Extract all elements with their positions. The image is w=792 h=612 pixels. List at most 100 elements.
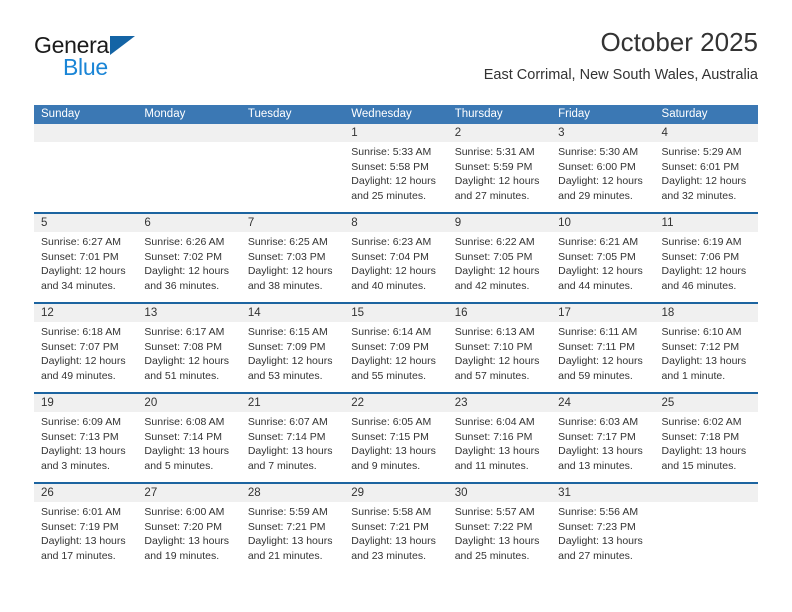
day-detail-line: and 25 minutes. <box>351 189 426 202</box>
day-number[interactable]: 18 <box>655 304 758 322</box>
day-number[interactable]: 3 <box>551 124 654 142</box>
day-cell[interactable]: Sunrise: 5:29 AM Sunset: 6:01 PM Daylight:… <box>655 142 758 212</box>
day-cell[interactable]: Sunrise: 6:17 AM Sunset: 7:08 PM Daylight:… <box>137 322 240 392</box>
logo-text-blue: Blue <box>63 54 108 80</box>
day-detail-line: Sunrise: 6:07 AM <box>247 416 328 428</box>
day-number[interactable]: 20 <box>137 394 240 412</box>
day-cell[interactable]: Sunrise: 6:18 AM Sunset: 7:07 PM Daylight:… <box>34 322 137 392</box>
day-cell[interactable]: Sunrise: 6:25 AM Sunset: 7:03 PM Daylight:… <box>241 232 344 302</box>
day-cell[interactable]: Sunrise: 5:57 AM Sunset: 7:22 PM Daylight:… <box>448 502 551 572</box>
day-detail-line: and 38 minutes. <box>247 279 323 292</box>
day-number[interactable]: 4 <box>655 124 758 142</box>
day-number[interactable]: 19 <box>34 394 137 412</box>
day-number[interactable]: 23 <box>448 394 551 412</box>
day-cell[interactable]: Sunrise: 5:59 AM Sunset: 7:21 PM Daylight:… <box>241 502 344 572</box>
day-detail-line: Daylight: 12 hours <box>661 175 747 187</box>
day-number[interactable]: 14 <box>241 304 344 322</box>
day-number[interactable]: 26 <box>34 484 137 502</box>
calendar-week-row: 26 27 28 29 30 31 Sunrise: 6:01 AM Sunset: 7:19… <box>34 482 758 572</box>
day-number[interactable]: 28 <box>241 484 344 502</box>
day-detail-line: and 13 minutes. <box>558 459 633 472</box>
day-cell[interactable]: Sunrise: 6:19 AM Sunset: 7:06 PM Daylight:… <box>655 232 758 302</box>
day-cell[interactable]: Sunrise: 6:23 AM Sunset: 7:04 PM Daylight:… <box>344 232 447 302</box>
day-number[interactable]: 21 <box>241 394 344 412</box>
day-number[interactable]: 2 <box>448 124 551 142</box>
week-day-detail-strip: Sunrise: 6:27 AM Sunset: 7:01 PM Daylight:… <box>34 232 758 302</box>
day-detail-line: Sunrise: 6:17 AM <box>144 326 225 338</box>
day-cell[interactable]: Sunrise: 6:02 AM Sunset: 7:18 PM Daylight:… <box>655 412 758 482</box>
day-cell[interactable]: Sunrise: 6:22 AM Sunset: 7:05 PM Daylight:… <box>448 232 551 302</box>
day-detail-line: Sunset: 7:14 PM <box>247 430 326 443</box>
day-number[interactable]: 8 <box>344 214 447 232</box>
day-detail-line: Sunset: 7:21 PM <box>351 520 429 533</box>
day-number[interactable]: 9 <box>448 214 551 232</box>
day-cell[interactable]: Sunrise: 6:15 AM Sunset: 7:09 PM Daylight:… <box>241 322 344 392</box>
day-number[interactable]: 27 <box>137 484 240 502</box>
day-number[interactable]: 12 <box>34 304 137 322</box>
day-cell[interactable]: Sunrise: 6:07 AM Sunset: 7:14 PM Daylight:… <box>241 412 344 482</box>
day-cell[interactable]: Sunrise: 6:01 AM Sunset: 7:19 PM Daylight:… <box>34 502 137 572</box>
day-detail-line: Sunset: 7:09 PM <box>351 340 429 353</box>
day-cell[interactable]: Sunrise: 6:27 AM Sunset: 7:01 PM Daylight:… <box>34 232 137 302</box>
general-blue-logo: General Blue <box>34 34 244 90</box>
day-detail-line: Sunset: 7:09 PM <box>247 340 326 353</box>
day-detail-line: Daylight: 12 hours <box>41 355 126 367</box>
day-detail-line: and 57 minutes. <box>454 369 530 382</box>
day-detail-line: Sunrise: 6:21 AM <box>558 236 639 248</box>
day-number[interactable]: 22 <box>344 394 447 412</box>
day-number[interactable]: 10 <box>551 214 654 232</box>
day-detail-line: Sunrise: 5:58 AM <box>351 506 432 518</box>
day-detail-line: Sunset: 7:21 PM <box>247 520 326 533</box>
day-detail-line: Daylight: 12 hours <box>247 355 333 367</box>
week-day-detail-strip: Sunrise: 6:01 AM Sunset: 7:19 PM Daylight:… <box>34 502 758 572</box>
day-cell[interactable]: Sunrise: 6:21 AM Sunset: 7:05 PM Daylight:… <box>551 232 654 302</box>
day-number[interactable]: 15 <box>344 304 447 322</box>
day-number[interactable]: 31 <box>551 484 654 502</box>
day-number[interactable]: 6 <box>137 214 240 232</box>
day-detail-line: Sunset: 7:13 PM <box>41 430 119 443</box>
day-detail-line: Sunset: 7:22 PM <box>454 520 533 533</box>
day-cell[interactable]: Sunrise: 6:26 AM Sunset: 7:02 PM Daylight:… <box>137 232 240 302</box>
day-cell[interactable]: Sunrise: 6:05 AM Sunset: 7:15 PM Daylight:… <box>344 412 447 482</box>
day-detail-line: Sunset: 5:58 PM <box>351 160 429 173</box>
day-detail-line: and 27 minutes. <box>454 189 530 202</box>
day-cell[interactable]: Sunrise: 6:10 AM Sunset: 7:12 PM Daylight:… <box>655 322 758 392</box>
day-cell[interactable]: Sunrise: 5:31 AM Sunset: 5:59 PM Daylight:… <box>448 142 551 212</box>
day-cell[interactable]: Sunrise: 6:11 AM Sunset: 7:11 PM Daylight:… <box>551 322 654 392</box>
day-detail-line: Sunset: 7:02 PM <box>144 250 223 263</box>
day-cell[interactable]: Sunrise: 6:13 AM Sunset: 7:10 PM Daylight:… <box>448 322 551 392</box>
day-cell[interactable]: Sunrise: 5:58 AM Sunset: 7:21 PM Daylight:… <box>344 502 447 572</box>
day-detail-line: Sunset: 6:01 PM <box>661 160 740 173</box>
day-cell[interactable]: Sunrise: 6:04 AM Sunset: 7:16 PM Daylight:… <box>448 412 551 482</box>
week-day-number-strip: 26 27 28 29 30 31 <box>34 484 758 502</box>
day-number[interactable]: 7 <box>241 214 344 232</box>
day-number[interactable]: 1 <box>344 124 447 142</box>
weekday-header-tuesday: Tuesday <box>247 108 292 120</box>
day-number[interactable]: 13 <box>137 304 240 322</box>
day-cell[interactable]: Sunrise: 5:30 AM Sunset: 6:00 PM Daylight:… <box>551 142 654 212</box>
day-number[interactable]: 11 <box>655 214 758 232</box>
day-detail-line: Sunrise: 6:13 AM <box>454 326 535 338</box>
day-number[interactable]: 17 <box>551 304 654 322</box>
day-detail-line: Sunrise: 6:01 AM <box>41 506 121 518</box>
day-detail-line: and 49 minutes. <box>41 369 116 382</box>
day-number[interactable]: 16 <box>448 304 551 322</box>
day-cell[interactable]: Sunrise: 6:09 AM Sunset: 7:13 PM Daylight:… <box>34 412 137 482</box>
day-number[interactable]: 24 <box>551 394 654 412</box>
day-cell[interactable]: Sunrise: 6:03 AM Sunset: 7:17 PM Daylight:… <box>551 412 654 482</box>
day-cell[interactable]: Sunrise: 5:56 AM Sunset: 7:23 PM Daylight:… <box>551 502 654 572</box>
day-detail-line: and 23 minutes. <box>351 549 426 562</box>
day-detail-line: and 17 minutes. <box>41 549 116 562</box>
day-cell[interactable]: Sunrise: 5:33 AM Sunset: 5:58 PM Daylight:… <box>344 142 447 212</box>
day-cell[interactable]: Sunrise: 6:08 AM Sunset: 7:14 PM Daylight:… <box>137 412 240 482</box>
day-number[interactable]: 5 <box>34 214 137 232</box>
day-cell[interactable]: Sunrise: 6:00 AM Sunset: 7:20 PM Daylight:… <box>137 502 240 572</box>
day-number[interactable]: 30 <box>448 484 551 502</box>
day-detail-line: Sunrise: 6:14 AM <box>351 326 432 338</box>
week-day-number-strip: 19 20 21 22 23 24 25 <box>34 394 758 412</box>
day-detail-line: and 40 minutes. <box>351 279 426 292</box>
day-number[interactable]: 25 <box>655 394 758 412</box>
day-cell[interactable]: Sunrise: 6:14 AM Sunset: 7:09 PM Daylight:… <box>344 322 447 392</box>
day-number[interactable]: 29 <box>344 484 447 502</box>
day-detail-line: Sunrise: 6:19 AM <box>661 236 742 248</box>
